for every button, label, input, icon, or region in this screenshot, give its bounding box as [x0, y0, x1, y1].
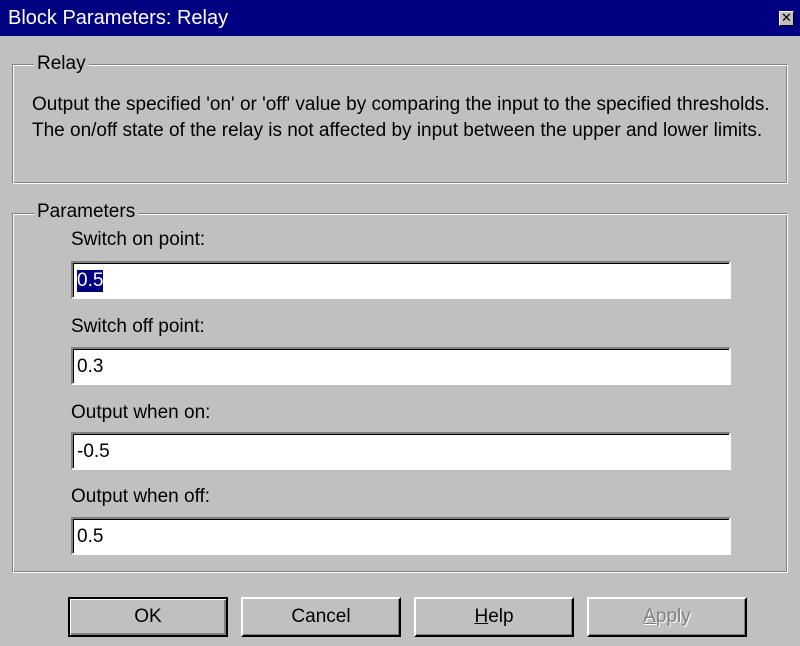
apply-button-label: Apply	[643, 606, 691, 627]
dialog-window: Block Parameters: Relay ✕ Relay Output t…	[0, 0, 800, 646]
help-label-rest: elp	[488, 606, 514, 627]
block-description: Output the specified 'on' or 'off' value…	[32, 94, 770, 141]
help-mnemonic: H	[474, 606, 489, 627]
switch-on-point-field[interactable]: 0.5	[71, 261, 731, 299]
switch-off-point-label: Switch off point:	[71, 316, 205, 337]
cancel-button-label: Cancel	[291, 606, 351, 627]
output-when-off-label: Output when off:	[71, 486, 211, 507]
help-button-label: Help	[474, 606, 513, 627]
output-when-on-value: -0.5	[77, 441, 110, 462]
description-group-label: Relay	[34, 53, 89, 75]
apply-button: Apply	[587, 597, 747, 637]
output-when-on-field[interactable]: -0.5	[71, 432, 731, 470]
switch-off-point-value: 0.3	[77, 356, 104, 377]
help-button[interactable]: Help	[414, 597, 574, 637]
ok-button[interactable]: OK	[68, 597, 228, 637]
switch-on-point-value: 0.5	[77, 270, 104, 292]
switch-on-point-label: Switch on point:	[71, 229, 206, 250]
output-when-off-value: 0.5	[77, 526, 104, 547]
output-when-off-field[interactable]: 0.5	[71, 517, 731, 555]
parameters-group-label: Parameters	[34, 201, 139, 223]
ok-button-label: OK	[134, 606, 162, 627]
switch-off-point-field[interactable]: 0.3	[71, 347, 731, 385]
apply-label-rest: pply	[655, 606, 691, 627]
window-title: Block Parameters: Relay	[8, 7, 229, 29]
output-when-on-label: Output when on:	[71, 402, 211, 423]
apply-mnemonic: A	[643, 606, 656, 627]
close-icon[interactable]: ✕	[779, 11, 794, 26]
cancel-button[interactable]: Cancel	[241, 597, 401, 637]
title-bar[interactable]: Block Parameters: Relay ✕	[0, 0, 800, 36]
